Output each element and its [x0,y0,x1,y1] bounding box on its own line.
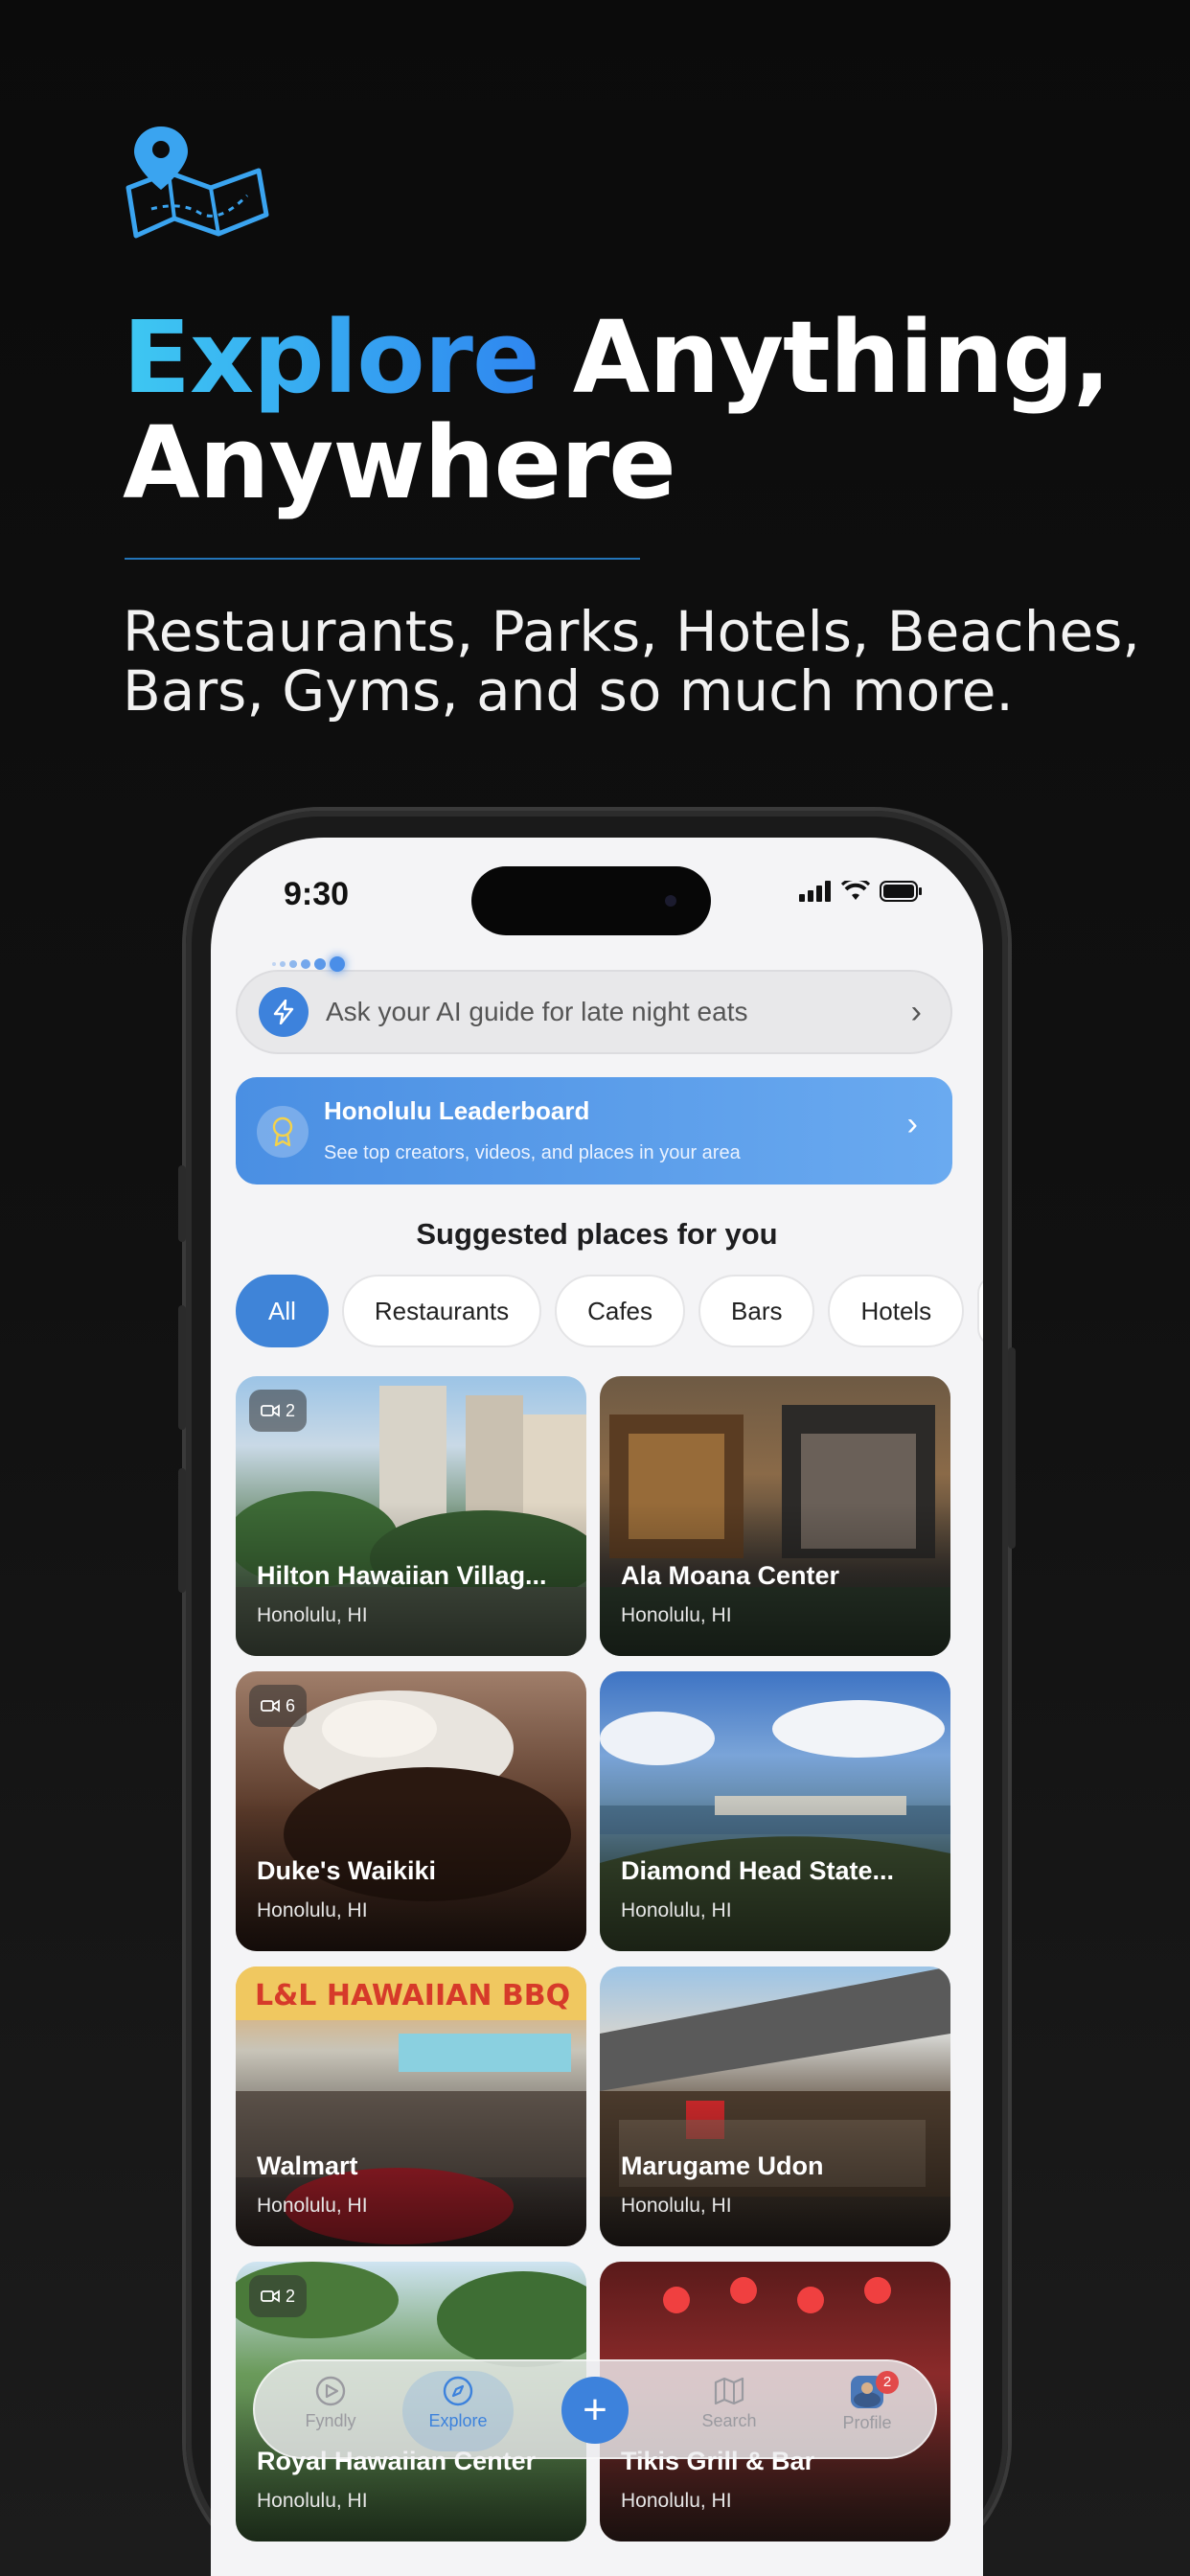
ai-guide-prompt[interactable]: Ask your AI guide for late night eats › [236,956,952,1054]
filter-chip-restaurants[interactable]: Restaurants [341,1275,542,1347]
side-button [178,1468,186,1593]
side-button [178,1165,186,1242]
map-pin-icon [126,126,269,239]
divider [125,558,640,560]
side-button [1008,1347,1016,1549]
wifi-icon [841,881,870,900]
filter-chips: All Restaurants Cafes Bars Hotels [236,1275,983,1347]
video-count-badge: 2 [249,2275,308,2317]
video-icon [261,1699,280,1713]
place-name: Hilton Hawaiian Villag... [257,1561,547,1590]
place-name: Diamond Head State... [621,1856,895,1885]
place-location: Honolulu, HI [257,2195,368,2217]
app-screen: 9:30 Ask your AI guide for late night ea… [211,838,983,2576]
filter-chip-bars[interactable]: Bars [698,1275,815,1347]
phone-frame: 9:30 Ask your AI guide for late night ea… [178,811,1016,2576]
tab-label: Fyndly [305,2411,356,2430]
dynamic-island [471,866,711,935]
headline: Explore Anything, Anywhere [123,305,1138,516]
headline-accent: Explore [123,299,539,416]
video-count-badge: 6 [249,1685,308,1727]
leaderboard-subtitle: See top creators, videos, and places in … [324,1142,741,1163]
video-icon [261,2289,280,2303]
place-location: Honolulu, HI [257,1899,368,1921]
side-button [178,1305,186,1430]
signal-icon [799,881,831,902]
notification-badge: 2 [876,2371,899,2394]
place-name: Walmart [257,2151,358,2180]
place-card[interactable]: Ala Moana Center Honolulu, HI [600,1376,950,1656]
section-title: Suggested places for you [416,1217,778,1251]
plus-icon: + [583,2386,607,2433]
place-card[interactable]: Marugame Udon Honolulu, HI [600,1966,950,2246]
tab-label: Profile [842,2413,892,2432]
video-count: 2 [286,2286,296,2306]
leaderboard-title: Honolulu Leaderboard [324,1096,590,1125]
play-circle-icon [315,2376,346,2406]
tab-search[interactable]: Search [676,2371,782,2451]
status-bar: 9:30 [211,838,983,935]
filter-chip-cafes[interactable]: Cafes [555,1275,686,1347]
status-time: 9:30 [284,876,350,912]
status-icons [799,880,924,903]
ai-loading-dots [272,956,345,972]
video-count: 2 [286,1400,296,1420]
place-location: Honolulu, HI [621,2490,732,2512]
subline-line1: Restaurants, Parks, Hotels, Beaches, [123,599,1140,664]
filter-chip-hotels[interactable]: Hotels [828,1275,965,1347]
chevron-right-icon: › [910,993,922,1030]
headline-line2: Anywhere [123,404,676,521]
leaderboard-banner[interactable]: Honolulu Leaderboard See top creators, v… [236,1077,952,1184]
tab-profile[interactable]: 2 Profile [814,2371,920,2451]
add-button[interactable]: + [561,2377,629,2444]
video-count-badge: 2 [249,1390,308,1432]
subline: Restaurants, Parks, Hotels, Beaches, Bar… [123,602,1157,721]
ai-prompt-text: Ask your AI guide for late night eats [326,997,748,1026]
filter-chip-all[interactable]: All [236,1275,329,1347]
place-name: Duke's Waikiki [257,1856,436,1885]
video-icon [261,1404,280,1417]
battery-icon [880,881,922,902]
medal-icon [257,1106,309,1158]
video-count: 6 [286,1695,296,1715]
camera-dot [665,895,676,907]
bolt-icon [259,987,309,1037]
filter-chip-more[interactable] [977,1275,983,1347]
place-location: Honolulu, HI [621,2195,732,2217]
place-location: Honolulu, HI [621,1604,732,1626]
place-name: Marugame Udon [621,2151,824,2180]
place-card[interactable]: Diamond Head State... Honolulu, HI [600,1671,950,1951]
place-name: Ala Moana Center [621,1561,840,1590]
tab-label: Search [701,2411,757,2430]
tab-label: Explore [428,2411,488,2430]
subline-line2: Bars, Gyms, and so much more. [123,658,1014,724]
place-location: Honolulu, HI [257,2490,368,2512]
headline-rest: Anything, [538,299,1111,416]
compass-icon [443,2376,473,2406]
place-card[interactable]: L&L HAWAIIAN BBQ Walmart Honolulu, HI [236,1966,586,2246]
map-icon [714,2377,744,2405]
place-location: Honolulu, HI [621,1899,732,1921]
chevron-right-icon: › [906,1106,918,1142]
tab-fyndly[interactable]: Fyndly [278,2371,383,2451]
place-card[interactable]: 6 Duke's Waikiki Honolulu, HI [236,1671,586,1951]
tab-bar: Fyndly Explore + Search 2 Profile [253,2359,937,2459]
tab-explore[interactable]: Explore [402,2371,514,2451]
place-card[interactable]: 2 Hilton Hawaiian Villag... Honolulu, HI [236,1376,586,1656]
place-location: Honolulu, HI [257,1604,368,1626]
